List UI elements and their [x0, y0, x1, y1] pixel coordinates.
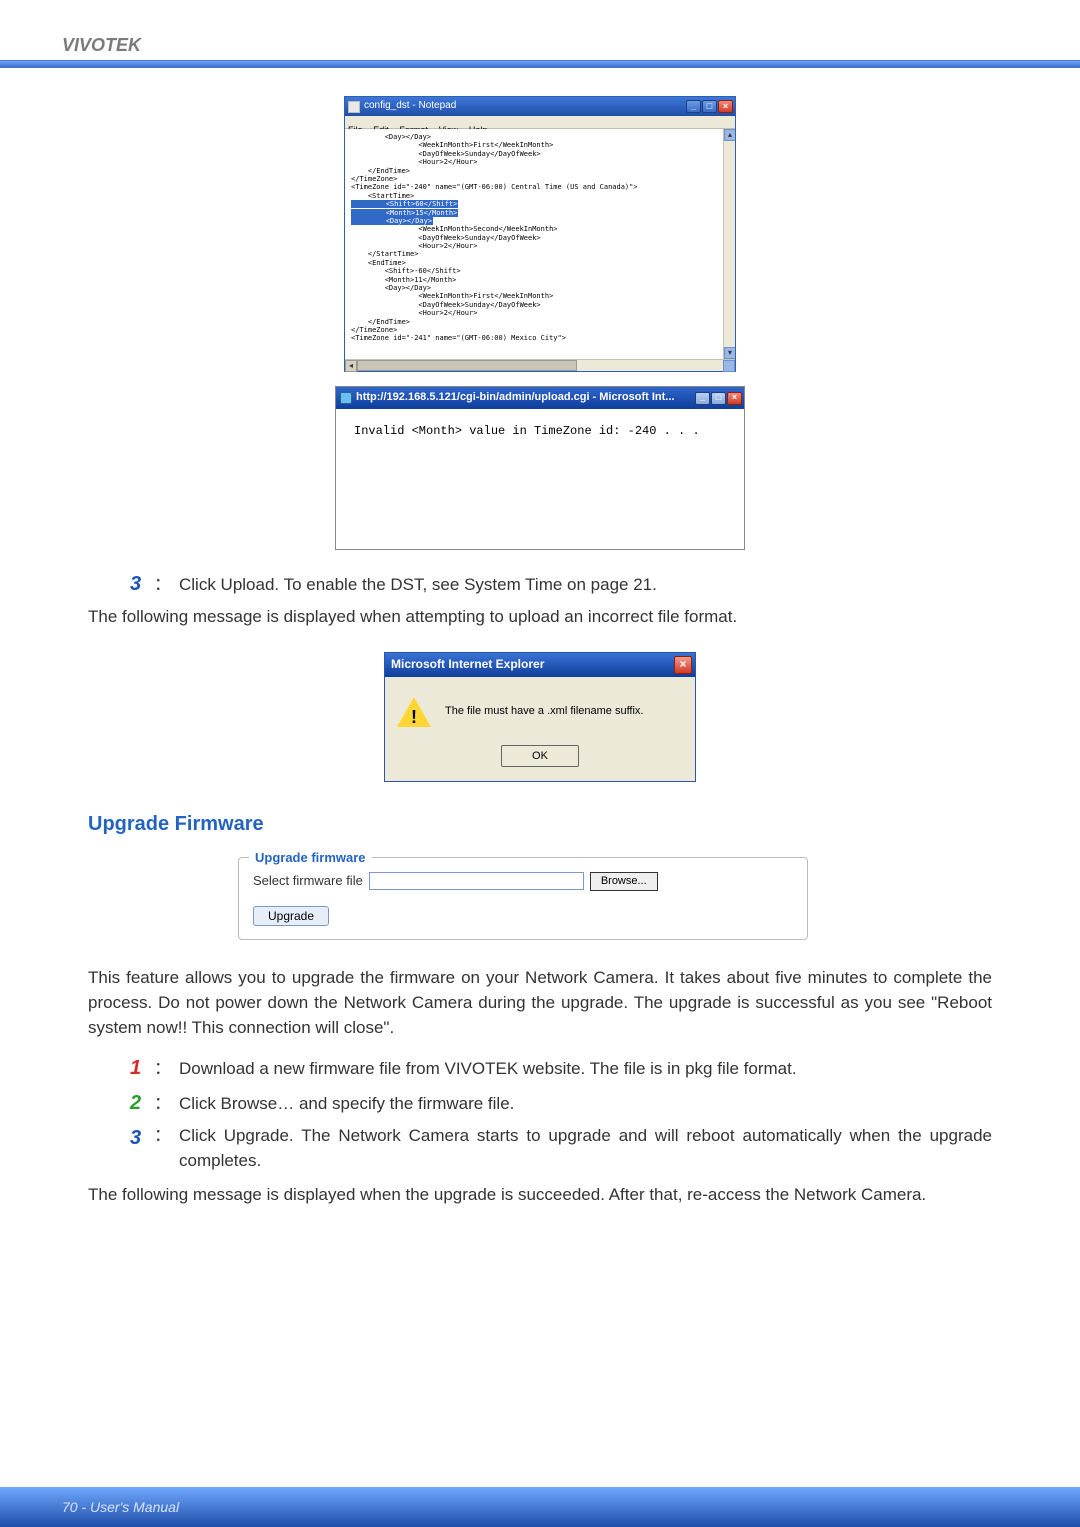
horizontal-scrollbar[interactable]: ◂	[345, 359, 735, 371]
error-dialog: Microsoft Internet Explorer × ! The file…	[384, 652, 696, 782]
upload-title-text: http://192.168.5.121/cgi-bin/admin/uploa…	[356, 390, 674, 406]
success-paragraph: The following message is displayed when …	[88, 1183, 992, 1208]
notepad-menubar[interactable]: File Edit Format View Help	[345, 116, 735, 129]
warning-icon: !	[397, 695, 431, 729]
upgrade-fieldset: Upgrade firmware Select firmware file Br…	[238, 857, 808, 941]
step-number-2: 2	[130, 1089, 146, 1118]
notepad-window: config_dst - Notepad _ □ × File Edit For…	[344, 96, 736, 372]
notepad-titlebar[interactable]: config_dst - Notepad _ □ ×	[345, 97, 735, 116]
ok-button[interactable]: OK	[501, 745, 579, 767]
step-number-1: 1	[130, 1054, 146, 1083]
step-separator: ：	[154, 1057, 171, 1082]
minimize-button[interactable]: _	[686, 100, 701, 113]
fieldset-legend: Upgrade firmware	[249, 849, 372, 868]
error-message: The file must have a .xml filename suffi…	[445, 704, 644, 720]
minimize-button[interactable]: _	[695, 392, 710, 405]
upgrade-button[interactable]: Upgrade	[253, 906, 329, 926]
error-titlebar[interactable]: Microsoft Internet Explorer ×	[385, 653, 695, 677]
notepad-app-icon	[348, 101, 360, 113]
instruction-paragraph: The following message is displayed when …	[88, 605, 992, 630]
upload-titlebar[interactable]: http://192.168.5.121/cgi-bin/admin/uploa…	[336, 387, 744, 409]
ie-icon	[340, 392, 352, 404]
close-icon[interactable]: ×	[674, 656, 692, 674]
browse-button[interactable]: Browse...	[590, 872, 658, 891]
scroll-down-icon[interactable]: ▾	[724, 347, 735, 359]
vertical-scrollbar[interactable]: ▴ ▾	[723, 129, 735, 359]
maximize-button[interactable]: □	[711, 392, 726, 405]
firmware-file-label: Select firmware file	[253, 872, 363, 891]
step2-text: Click Browse… and specify the firmware f…	[179, 1092, 514, 1117]
firmware-file-input[interactable]	[369, 872, 584, 890]
brand-logo: VIVOTEK	[62, 35, 141, 55]
step3b-text: Click Upgrade. The Network Camera starts…	[179, 1124, 992, 1173]
section-heading-upgrade: Upgrade Firmware	[88, 810, 992, 839]
maximize-button[interactable]: □	[702, 100, 717, 113]
close-button[interactable]: ×	[727, 392, 742, 405]
step-separator: ：	[154, 1124, 171, 1149]
step1-text: Download a new firmware file from VIVOTE…	[179, 1057, 797, 1082]
step-separator: ：	[154, 1092, 171, 1117]
step-number-3b: 3	[130, 1124, 146, 1153]
page-footer: 70 - User's Manual	[0, 1487, 1080, 1527]
close-button[interactable]: ×	[718, 100, 733, 113]
step-separator: ：	[154, 573, 171, 598]
feature-description: This feature allows you to upgrade the f…	[88, 966, 992, 1040]
upload-body: Invalid <Month> value in TimeZone id: -2…	[336, 409, 744, 549]
step-number-3: 3	[130, 570, 146, 599]
scroll-right-icon[interactable]	[723, 360, 735, 372]
footer-text: 70 - User's Manual	[62, 1499, 179, 1515]
notepad-textarea[interactable]: <Day></Day> <WeekInMonth>First</WeekInMo…	[345, 129, 735, 359]
scroll-up-icon[interactable]: ▴	[724, 129, 735, 141]
header-divider	[0, 60, 1080, 68]
scroll-left-icon[interactable]: ◂	[345, 360, 357, 372]
scroll-thumb[interactable]	[357, 360, 577, 371]
step3-text: Click Upload. To enable the DST, see Sys…	[179, 573, 657, 598]
notepad-title: config_dst - Notepad	[364, 99, 456, 114]
upload-result-window: http://192.168.5.121/cgi-bin/admin/uploa…	[335, 386, 745, 550]
error-title: Microsoft Internet Explorer	[391, 656, 544, 673]
